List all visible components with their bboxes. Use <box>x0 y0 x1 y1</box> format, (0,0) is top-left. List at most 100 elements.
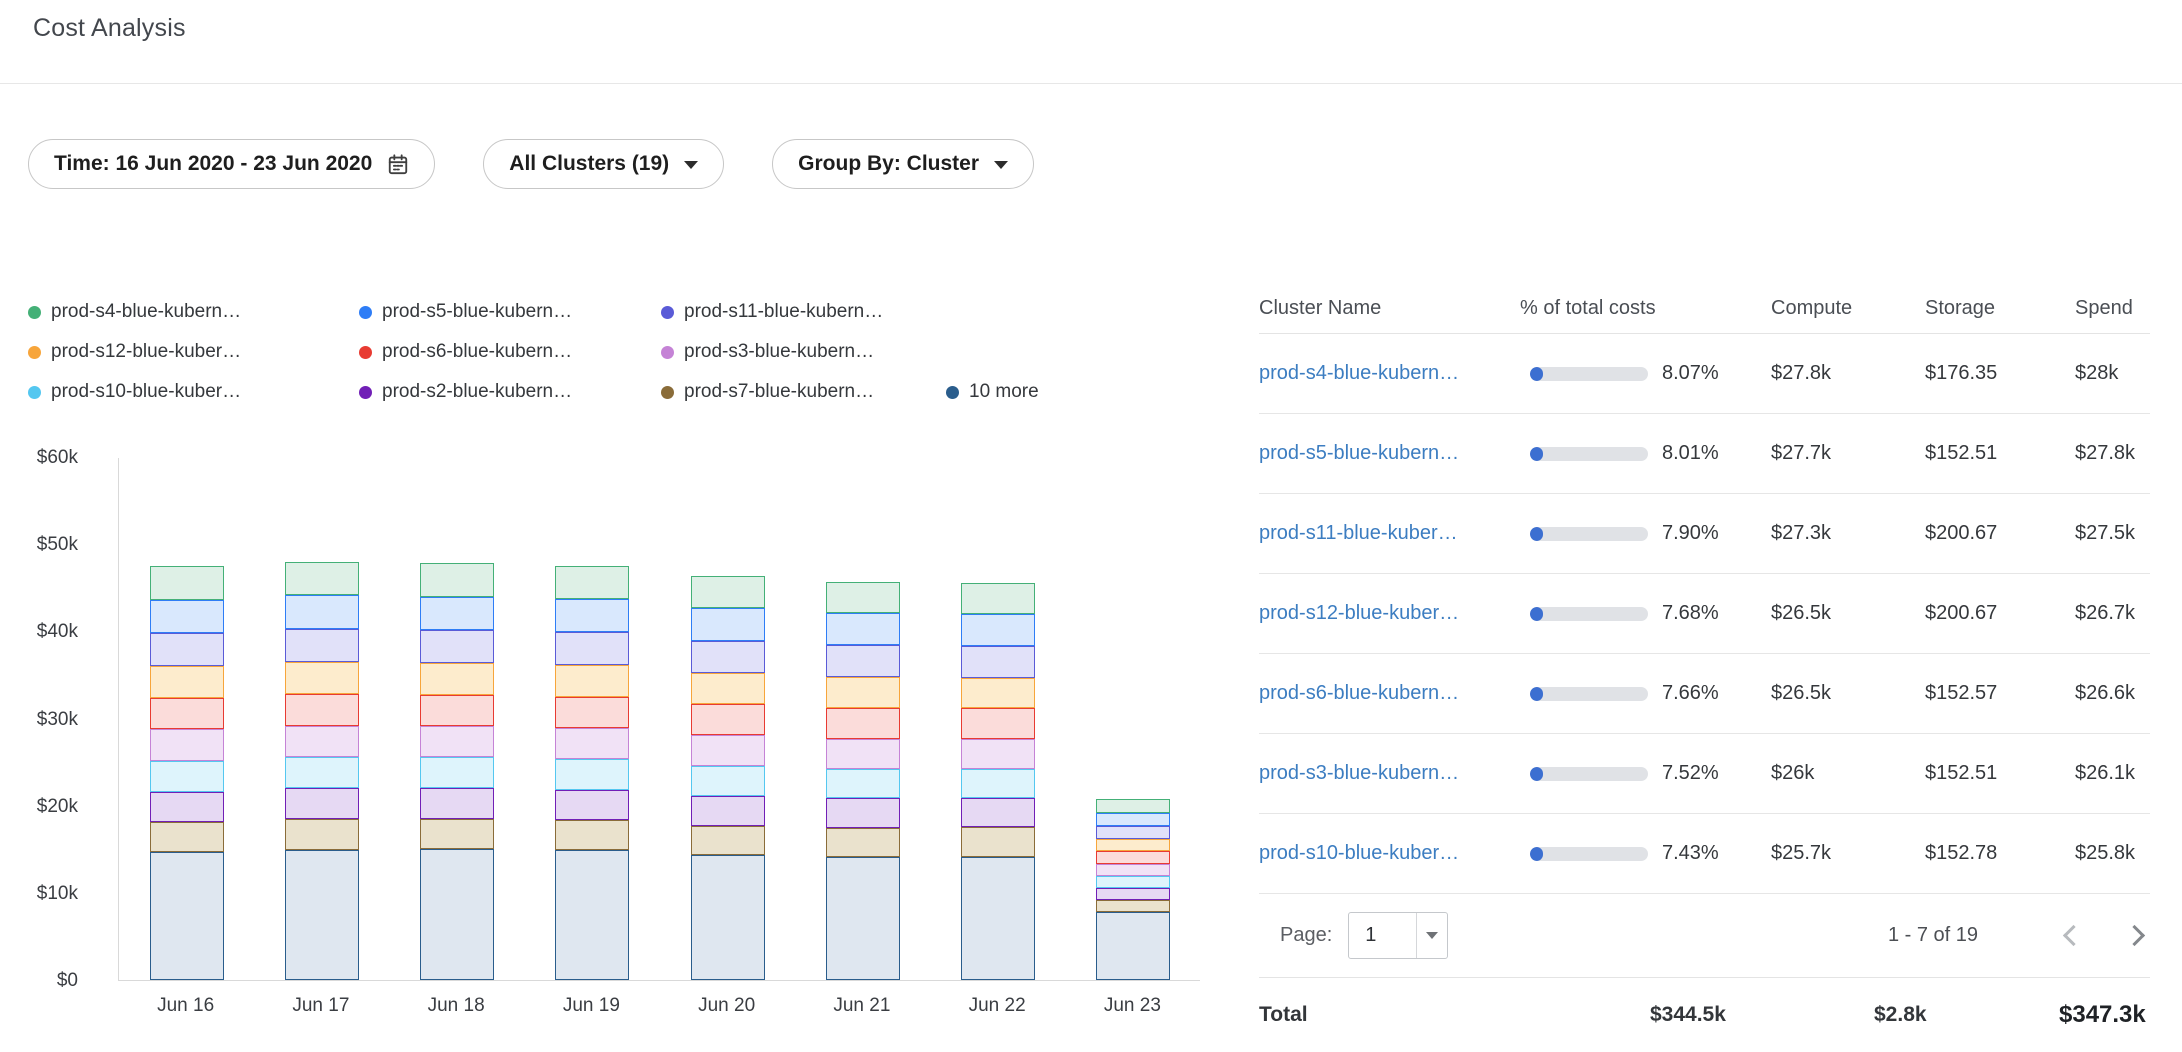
bar-segment[interactable] <box>961 769 1035 799</box>
bar-segment[interactable] <box>285 850 359 980</box>
bar-segment[interactable] <box>961 678 1035 709</box>
bar-segment[interactable] <box>826 645 900 676</box>
bar-segment[interactable] <box>285 595 359 629</box>
bar-segment[interactable] <box>420 563 494 597</box>
bar-segment[interactable] <box>1096 839 1170 851</box>
bar-segment[interactable] <box>420 757 494 788</box>
bar-segment[interactable] <box>826 677 900 708</box>
group-by-filter[interactable]: Group By: Cluster <box>772 139 1034 189</box>
previous-page-icon[interactable] <box>2063 925 2084 946</box>
bar-segment[interactable] <box>826 582 900 614</box>
bar-segment[interactable] <box>420 849 494 980</box>
bar-segment[interactable] <box>826 739 900 769</box>
bar-segment[interactable] <box>691 704 765 735</box>
bar-segment[interactable] <box>150 666 224 698</box>
bar-segment[interactable] <box>420 788 494 819</box>
bar-segment[interactable] <box>961 646 1035 677</box>
legend-item[interactable]: prod-s7-blue-kubern… <box>661 381 946 403</box>
bar-segment[interactable] <box>691 855 765 980</box>
bar-segment[interactable] <box>285 629 359 662</box>
bar-segment[interactable] <box>691 641 765 673</box>
bar-segment[interactable] <box>285 819 359 850</box>
bar-segment[interactable] <box>1096 851 1170 864</box>
legend-item[interactable]: 10 more <box>946 381 1039 403</box>
bar-segment[interactable] <box>961 827 1035 856</box>
bar-segment[interactable] <box>1096 876 1170 888</box>
bar-segment[interactable] <box>150 600 224 633</box>
bar-segment[interactable] <box>961 739 1035 769</box>
bar-segment[interactable] <box>555 790 629 821</box>
time-range-filter[interactable]: Time: 16 Jun 2020 - 23 Jun 2020 <box>28 139 435 189</box>
bar-segment[interactable] <box>285 757 359 788</box>
cluster-name-link[interactable]: prod-s10-blue-kuber… <box>1259 842 1459 864</box>
bar-segment[interactable] <box>555 850 629 980</box>
bar-segment[interactable] <box>150 822 224 852</box>
bar-segment[interactable] <box>285 788 359 819</box>
bar-segment[interactable] <box>555 820 629 850</box>
bar-segment[interactable] <box>961 614 1035 646</box>
legend-item[interactable]: prod-s11-blue-kubern… <box>661 301 946 323</box>
bar-segment[interactable] <box>420 726 494 757</box>
bar-segment[interactable] <box>555 759 629 790</box>
legend-item[interactable]: prod-s12-blue-kuber… <box>28 341 359 363</box>
bar-segment[interactable] <box>420 663 494 695</box>
bar-segment[interactable] <box>961 857 1035 980</box>
bar-segment[interactable] <box>691 766 765 796</box>
bar-segment[interactable] <box>691 796 765 826</box>
page-select[interactable]: 1 <box>1348 912 1448 959</box>
bar-segment[interactable] <box>555 599 629 632</box>
bar-segment[interactable] <box>1096 799 1170 813</box>
bar-segment[interactable] <box>420 819 494 849</box>
bar-segment[interactable] <box>1096 813 1170 827</box>
bar-segment[interactable] <box>826 857 900 980</box>
bar-segment[interactable] <box>1096 912 1170 980</box>
legend-item[interactable]: prod-s4-blue-kubern… <box>28 301 359 323</box>
bar-segment[interactable] <box>420 695 494 727</box>
cluster-name-link[interactable]: prod-s6-blue-kubern… <box>1259 682 1459 704</box>
cluster-name-link[interactable]: prod-s11-blue-kuber… <box>1259 522 1458 544</box>
cluster-name-link[interactable]: prod-s4-blue-kubern… <box>1259 362 1459 384</box>
bar-segment[interactable] <box>826 708 900 739</box>
bar-segment[interactable] <box>555 665 629 697</box>
bar-segment[interactable] <box>150 792 224 823</box>
cluster-name-link[interactable]: prod-s5-blue-kubern… <box>1259 442 1459 464</box>
bar-segment[interactable] <box>555 632 629 665</box>
bar-segment[interactable] <box>691 826 765 856</box>
bar-segment[interactable] <box>150 761 224 792</box>
bar-segment[interactable] <box>1096 826 1170 839</box>
bar-segment[interactable] <box>150 698 224 730</box>
bar-segment[interactable] <box>1096 900 1170 912</box>
bar-segment[interactable] <box>1096 888 1170 900</box>
bar-segment[interactable] <box>691 735 765 766</box>
bar-segment[interactable] <box>961 798 1035 827</box>
legend-item[interactable]: prod-s5-blue-kubern… <box>359 301 661 323</box>
bar-segment[interactable] <box>420 597 494 630</box>
bar-segment[interactable] <box>826 828 900 857</box>
bar-segment[interactable] <box>555 566 629 599</box>
cluster-name-link[interactable]: prod-s3-blue-kubern… <box>1259 762 1459 784</box>
clusters-filter[interactable]: All Clusters (19) <box>483 139 724 189</box>
legend-item[interactable]: prod-s3-blue-kubern… <box>661 341 946 363</box>
legend-item[interactable]: prod-s6-blue-kubern… <box>359 341 661 363</box>
bar-segment[interactable] <box>691 576 765 609</box>
bar-segment[interactable] <box>1096 864 1170 876</box>
bar-segment[interactable] <box>285 562 359 596</box>
bar-segment[interactable] <box>826 613 900 645</box>
bar-segment[interactable] <box>961 708 1035 739</box>
bar-segment[interactable] <box>961 583 1035 615</box>
bar-segment[interactable] <box>150 852 224 980</box>
bar-segment[interactable] <box>150 633 224 666</box>
bar-segment[interactable] <box>150 566 224 600</box>
bar-segment[interactable] <box>285 726 359 757</box>
legend-item[interactable]: prod-s10-blue-kuber… <box>28 381 359 403</box>
bar-segment[interactable] <box>691 673 765 704</box>
bar-segment[interactable] <box>555 697 629 728</box>
bar-segment[interactable] <box>150 729 224 760</box>
cluster-name-link[interactable]: prod-s12-blue-kuber… <box>1259 602 1459 624</box>
bar-segment[interactable] <box>826 798 900 828</box>
bar-segment[interactable] <box>555 728 629 759</box>
bar-segment[interactable] <box>420 630 494 663</box>
next-page-icon[interactable] <box>2124 925 2145 946</box>
legend-item[interactable]: prod-s2-blue-kubern… <box>359 381 661 403</box>
bar-segment[interactable] <box>285 662 359 694</box>
